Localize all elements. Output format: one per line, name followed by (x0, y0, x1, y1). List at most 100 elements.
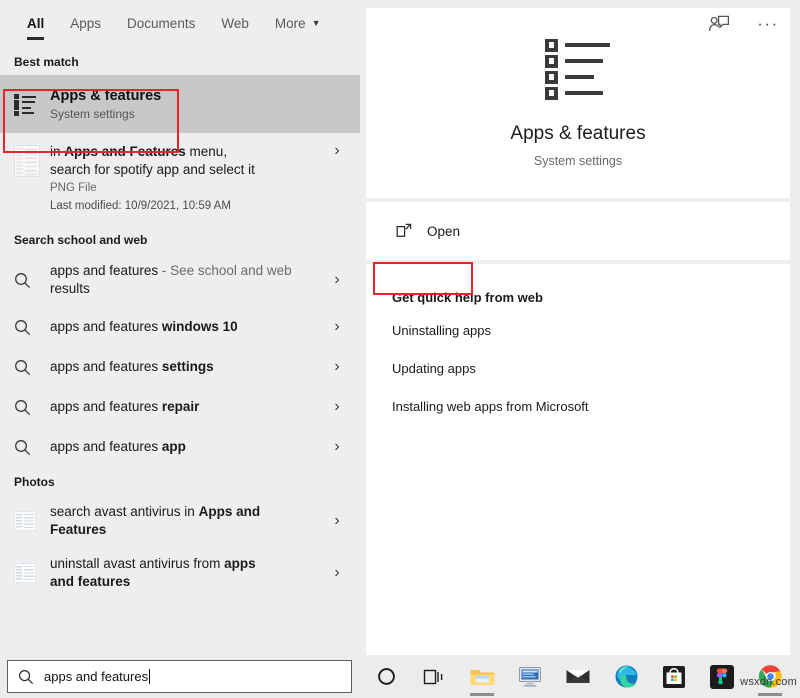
section-heading-web: Search school and web (0, 225, 360, 253)
search-results-pane: All Apps Documents Web More ▼ Best match … (0, 0, 360, 655)
best-match-text: Apps & features System settings (46, 87, 350, 122)
best-match-title: Apps & features (50, 87, 350, 105)
web-result-item[interactable]: apps and features settings › (0, 347, 360, 387)
apps-features-large-icon (545, 39, 611, 99)
tab-web-label: Web (221, 16, 249, 31)
tab-apps[interactable]: Apps (57, 0, 114, 47)
web-result-item[interactable]: apps and features repair › (0, 387, 360, 427)
search-input-value: apps and features (44, 669, 148, 684)
taskbar-search-box[interactable]: apps and features (7, 660, 352, 693)
web-result-text: apps and features repair (46, 398, 324, 416)
web-result-item[interactable]: apps and features windows 10 › (0, 307, 360, 347)
web-result-text: apps and features - See school and web r… (46, 262, 324, 298)
cortana-circle-icon (377, 667, 396, 686)
chevron-right-icon[interactable]: › (324, 272, 350, 288)
task-view-icon (423, 668, 445, 686)
chevron-right-icon[interactable]: › (324, 565, 350, 581)
file-result-title: in Apps and Features menu, (50, 143, 324, 161)
results-list: Best match Apps & features System settin… (0, 47, 360, 655)
quick-help-link-installing[interactable]: Installing web apps from Microsoft (392, 399, 790, 415)
best-match-item[interactable]: Apps & features System settings (0, 75, 360, 133)
mail-button[interactable] (554, 655, 602, 698)
web-result-query: apps and features repair (50, 398, 324, 416)
photo-thumbnail (14, 511, 46, 531)
open-button-label: Open (427, 224, 460, 239)
photo-result-item[interactable]: search avast antivirus in Apps and Featu… (0, 495, 360, 547)
mail-icon (565, 667, 591, 686)
figma-button[interactable] (698, 655, 746, 698)
file-result-type: PNG File (50, 180, 324, 196)
file-title-suffix: menu, (186, 144, 227, 159)
web-result-text: apps and features windows 10 (46, 318, 324, 336)
web-query-text: apps and features (50, 263, 158, 278)
photo-result-item[interactable]: uninstall avast antivirus from apps and … (0, 547, 360, 599)
tab-documents-label: Documents (127, 16, 195, 31)
web-result-text: apps and features app (46, 438, 324, 456)
file-result-item[interactable]: in Apps and Features menu, search for sp… (0, 133, 360, 225)
cortana-button[interactable] (362, 655, 410, 698)
photo-title-plain: search avast antivirus in (50, 504, 199, 519)
tab-more[interactable]: More ▼ (262, 0, 334, 47)
more-options-button[interactable]: ··· (752, 10, 784, 38)
preview-subtitle: System settings (534, 154, 622, 168)
web-result-item[interactable]: apps and features - See school and web r… (0, 253, 360, 307)
quick-help-title: Get quick help from web (392, 290, 790, 305)
file-explorer-button[interactable] (458, 655, 506, 698)
web-query-text: apps and features (50, 439, 162, 454)
photo-title-bold: Apps and (199, 504, 261, 519)
web-result-query: apps and features app (50, 438, 324, 456)
tab-documents[interactable]: Documents (114, 0, 208, 47)
task-view-button[interactable] (410, 655, 458, 698)
preview-pane: Apps & features System settings Open Get… (360, 0, 800, 655)
png-file-thumbnail (14, 143, 46, 177)
feedback-button[interactable] (704, 10, 734, 38)
search-icon (18, 669, 34, 685)
watermark: wsxdn.com (740, 676, 797, 688)
photo-result-text: search avast antivirus in Apps and Featu… (46, 503, 324, 539)
open-external-icon (396, 223, 413, 239)
photo-result-text: uninstall avast antivirus from apps and … (46, 555, 324, 591)
microsoft-store-icon (662, 665, 686, 689)
web-result-text: apps and features settings (46, 358, 324, 376)
open-button[interactable]: Open (390, 217, 478, 245)
photo-thumbnail (14, 563, 46, 583)
tab-apps-label: Apps (70, 16, 101, 31)
this-pc-button[interactable] (506, 655, 554, 698)
tab-web[interactable]: Web (208, 0, 262, 47)
chevron-right-icon[interactable]: › (324, 439, 350, 455)
search-icon (14, 439, 46, 456)
web-result-item[interactable]: apps and features app › (0, 427, 360, 467)
chevron-right-icon[interactable]: › (324, 319, 350, 335)
preview-title: Apps & features (510, 121, 645, 147)
taskbar-icons (362, 655, 794, 698)
apps-features-icon (14, 94, 46, 114)
web-query-bold: windows 10 (162, 319, 238, 334)
edge-button[interactable] (602, 655, 650, 698)
tab-all[interactable]: All (14, 0, 57, 47)
web-query-text: apps and features (50, 319, 162, 334)
web-query-text: apps and features (50, 399, 162, 414)
web-result-query: apps and features - See school and web (50, 262, 324, 280)
search-icon (14, 272, 46, 289)
photo-result-title-line2: Features (50, 521, 324, 539)
figma-icon (710, 665, 734, 689)
search-icon (14, 319, 46, 336)
chevron-down-icon: ▼ (312, 0, 321, 47)
tab-more-label: More (275, 16, 306, 31)
chevron-right-icon[interactable]: › (324, 399, 350, 415)
edge-icon (614, 664, 639, 689)
section-heading-best-match: Best match (0, 47, 360, 75)
microsoft-store-button[interactable] (650, 655, 698, 698)
photo-result-title-line2: and features (50, 573, 324, 591)
preview-actions-card: Open (366, 202, 790, 260)
chevron-right-icon[interactable]: › (324, 359, 350, 375)
web-query-text: apps and features (50, 359, 162, 374)
web-result-query: apps and features windows 10 (50, 318, 324, 336)
quick-help-link-updating[interactable]: Updating apps (392, 361, 790, 377)
chevron-right-icon[interactable]: › (324, 143, 350, 159)
chevron-right-icon[interactable]: › (324, 513, 350, 529)
taskbar: apps and features (0, 655, 800, 698)
quick-help-link-uninstalling[interactable]: Uninstalling apps (392, 323, 790, 339)
photo-result-title: uninstall avast antivirus from apps (50, 555, 324, 573)
web-result-query-line2: results (50, 280, 324, 298)
